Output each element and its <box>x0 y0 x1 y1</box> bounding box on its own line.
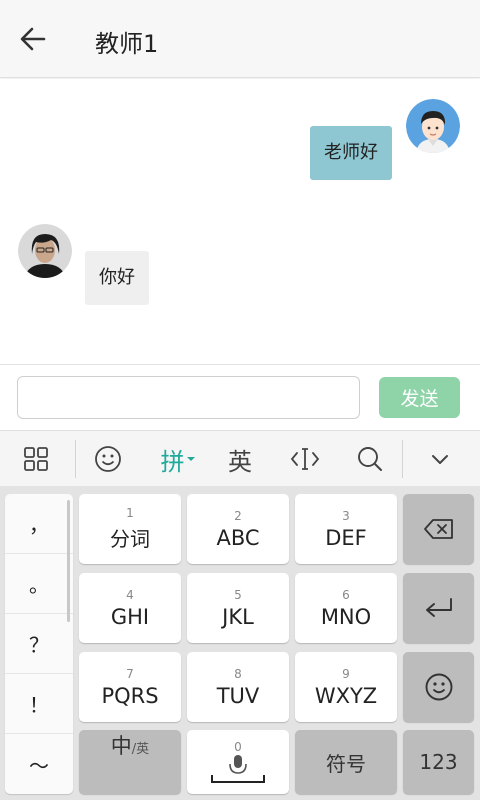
t9-keyboard: ， 。 ？ ！ ～ 1 分词 2 ABC 3 DEF 4 GHI 5 JKL 6… <box>0 486 480 800</box>
key-number: 4 <box>126 587 134 602</box>
emoji-icon <box>425 673 452 701</box>
teacher-avatar[interactable] <box>18 224 72 278</box>
english-label: 英 <box>228 447 252 476</box>
top-bar: 教师1 <box>0 0 480 78</box>
key-6[interactable]: 6 MNO <box>295 573 397 643</box>
key-label: 符号 <box>326 751 366 776</box>
key-label: JKL <box>222 604 254 629</box>
key-label-main: 中 <box>110 734 132 758</box>
key-1[interactable]: 1 分词 <box>79 494 181 564</box>
search-toolbar-button[interactable] <box>350 431 390 487</box>
key-number: 8 <box>234 666 242 681</box>
key-5[interactable]: 5 JKL <box>187 573 289 643</box>
key-number: 7 <box>126 666 134 681</box>
enter-key[interactable] <box>403 573 474 643</box>
backspace-key[interactable] <box>403 494 474 564</box>
grid-menu-button[interactable] <box>16 431 56 487</box>
backspace-icon <box>423 519 453 539</box>
key-label: PQRS <box>101 683 159 708</box>
punct-comma-key[interactable]: ， <box>5 494 73 554</box>
pinyin-mode-button[interactable]: 拼 <box>152 431 204 487</box>
cursor-move-button[interactable] <box>285 431 325 487</box>
arrow-left-icon <box>20 27 46 51</box>
emoji-toolbar-button[interactable] <box>88 431 128 487</box>
punctuation-scrollbar[interactable] <box>67 500 70 622</box>
message-input[interactable] <box>17 376 360 419</box>
english-mode-button[interactable]: 英 <box>220 431 260 487</box>
toolbar-divider <box>75 440 76 478</box>
key-number: 2 <box>234 508 242 523</box>
key-8[interactable]: 8 TUV <box>187 652 289 722</box>
key-number: 1 <box>126 506 134 520</box>
language-switch-key[interactable]: 中 /英 <box>79 730 181 794</box>
emoji-icon <box>95 446 121 472</box>
message-bubble-received[interactable]: 你好 <box>85 251 149 305</box>
punct-exclamation-key[interactable]: ！ <box>5 674 73 734</box>
key-number: 6 <box>342 587 350 602</box>
punct-question-key[interactable]: ？ <box>5 614 73 674</box>
message-bubble-sent[interactable]: 老师好 <box>310 126 392 180</box>
key-label: MNO <box>320 604 372 629</box>
symbols-key[interactable]: 符号 <box>295 730 397 794</box>
keyboard-toolbar: 拼 英 <box>0 430 480 486</box>
punct-tilde-key[interactable]: ～ <box>5 734 73 794</box>
key-4[interactable]: 4 GHI <box>79 573 181 643</box>
enter-icon <box>425 598 452 617</box>
search-icon <box>358 447 382 471</box>
user-avatar[interactable] <box>406 99 460 153</box>
key-label: TUV <box>216 683 260 708</box>
punctuation-list[interactable]: ， 。 ？ ！ ～ <box>5 494 73 794</box>
key-label: GHI <box>110 604 150 629</box>
send-button[interactable]: 发送 <box>379 377 460 418</box>
key-label: 分词 <box>110 527 150 551</box>
hide-keyboard-button[interactable] <box>420 431 460 487</box>
key-3[interactable]: 3 DEF <box>295 494 397 564</box>
text-cursor-icon <box>290 448 320 470</box>
page-title: 教师1 <box>95 30 159 58</box>
key-number: 9 <box>342 666 350 681</box>
key-label: 123 <box>419 750 458 774</box>
dropdown-triangle-icon <box>186 457 195 461</box>
numbers-key[interactable]: 123 <box>403 730 474 794</box>
key-number: 0 <box>234 740 242 754</box>
toolbar-divider <box>402 440 403 478</box>
punct-period-key[interactable]: 。 <box>5 554 73 614</box>
key-label: WXYZ <box>314 683 378 708</box>
key-9[interactable]: 9 WXYZ <box>295 652 397 722</box>
key-number: 3 <box>342 508 350 523</box>
space-key[interactable]: 0 <box>187 730 289 794</box>
key-label: DEF <box>325 525 367 550</box>
key-number: 5 <box>234 587 242 602</box>
key-label-sub: /英 <box>131 742 150 757</box>
chevron-down-icon <box>432 455 448 464</box>
chat-area[interactable]: 老师好 你好 <box>0 79 480 363</box>
key-label: ABC <box>216 525 260 550</box>
message-input-bar: 发送 <box>0 364 480 430</box>
key-7[interactable]: 7 PQRS <box>79 652 181 722</box>
microphone-icon <box>211 755 265 783</box>
emoji-key[interactable] <box>403 652 474 722</box>
grid-icon <box>24 447 48 471</box>
key-2[interactable]: 2 ABC <box>187 494 289 564</box>
back-button[interactable] <box>16 22 50 56</box>
pinyin-label: 拼 <box>160 447 185 476</box>
